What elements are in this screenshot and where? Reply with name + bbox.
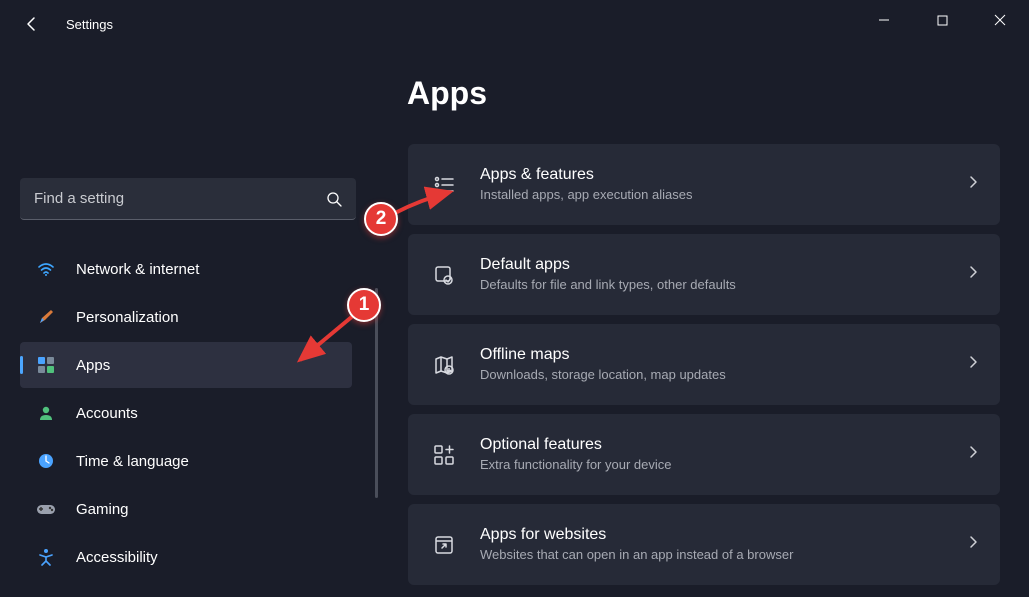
- search-icon: [326, 191, 342, 207]
- wifi-icon: [36, 259, 56, 279]
- back-button[interactable]: [20, 12, 44, 36]
- card-subtitle: Downloads, storage location, map updates: [480, 367, 968, 384]
- sidebar-item-apps[interactable]: Apps: [20, 342, 352, 388]
- sidebar-item-label: Time & language: [76, 453, 189, 470]
- sidebar-item-network[interactable]: Network & internet: [20, 246, 352, 292]
- sidebar-item-time-language[interactable]: Time & language: [20, 438, 352, 484]
- map-icon: [430, 351, 458, 379]
- card-title: Optional features: [480, 435, 968, 456]
- card-subtitle: Defaults for file and link types, other …: [480, 277, 968, 294]
- sidebar-item-label: Personalization: [76, 309, 179, 326]
- sidebar: Network & internet Personalization Apps …: [0, 48, 370, 597]
- nav-list: Network & internet Personalization Apps …: [20, 246, 352, 580]
- accessibility-icon: [36, 547, 56, 567]
- card-apps-features[interactable]: Apps & features Installed apps, app exec…: [408, 144, 1000, 225]
- card-offline-maps[interactable]: Offline maps Downloads, storage location…: [408, 324, 1000, 405]
- sidebar-item-accounts[interactable]: Accounts: [20, 390, 352, 436]
- link-window-icon: [430, 531, 458, 559]
- card-default-apps[interactable]: Default apps Defaults for file and link …: [408, 234, 1000, 315]
- globe-clock-icon: [36, 451, 56, 471]
- maximize-button[interactable]: [913, 0, 971, 40]
- card-subtitle: Installed apps, app execution aliases: [480, 187, 968, 204]
- default-apps-icon: [430, 261, 458, 289]
- sidebar-item-label: Accessibility: [76, 549, 158, 566]
- back-arrow-icon: [24, 16, 40, 32]
- search-input[interactable]: [34, 190, 326, 207]
- paintbrush-icon: [36, 307, 56, 327]
- window-controls: [855, 0, 1029, 40]
- card-subtitle: Websites that can open in an app instead…: [480, 547, 968, 564]
- sidebar-item-label: Apps: [76, 357, 110, 374]
- sidebar-item-label: Accounts: [76, 405, 138, 422]
- card-texts: Optional features Extra functionality fo…: [480, 435, 968, 475]
- card-apps-for-websites[interactable]: Apps for websites Websites that can open…: [408, 504, 1000, 585]
- card-title: Default apps: [480, 255, 968, 276]
- card-subtitle: Extra functionality for your device: [480, 457, 968, 474]
- maximize-icon: [937, 15, 948, 26]
- sidebar-item-label: Gaming: [76, 501, 129, 518]
- chevron-right-icon: [968, 265, 978, 284]
- close-button[interactable]: [971, 0, 1029, 40]
- card-texts: Apps for websites Websites that can open…: [480, 525, 968, 565]
- person-icon: [36, 403, 56, 423]
- card-list: Apps & features Installed apps, app exec…: [408, 144, 1000, 585]
- main-area: Apps & features Installed apps, app exec…: [370, 48, 1029, 597]
- card-optional-features[interactable]: Optional features Extra functionality fo…: [408, 414, 1000, 495]
- chevron-right-icon: [968, 175, 978, 194]
- chevron-right-icon: [968, 535, 978, 554]
- chevron-right-icon: [968, 445, 978, 464]
- card-title: Apps & features: [480, 165, 968, 186]
- sidebar-item-accessibility[interactable]: Accessibility: [20, 534, 352, 580]
- card-texts: Default apps Defaults for file and link …: [480, 255, 968, 295]
- grid-plus-icon: [430, 441, 458, 469]
- search-box[interactable]: [20, 178, 356, 220]
- sidebar-item-personalization[interactable]: Personalization: [20, 294, 352, 340]
- card-title: Apps for websites: [480, 525, 968, 546]
- list-icon: [430, 171, 458, 199]
- card-texts: Offline maps Downloads, storage location…: [480, 345, 968, 385]
- gamepad-icon: [36, 499, 56, 519]
- sidebar-item-label: Network & internet: [76, 261, 199, 278]
- card-title: Offline maps: [480, 345, 968, 366]
- app-title: Settings: [66, 17, 113, 32]
- chevron-right-icon: [968, 355, 978, 374]
- card-texts: Apps & features Installed apps, app exec…: [480, 165, 968, 205]
- close-icon: [994, 14, 1006, 26]
- sidebar-item-gaming[interactable]: Gaming: [20, 486, 352, 532]
- minimize-icon: [878, 14, 890, 26]
- apps-icon: [36, 355, 56, 375]
- minimize-button[interactable]: [855, 0, 913, 40]
